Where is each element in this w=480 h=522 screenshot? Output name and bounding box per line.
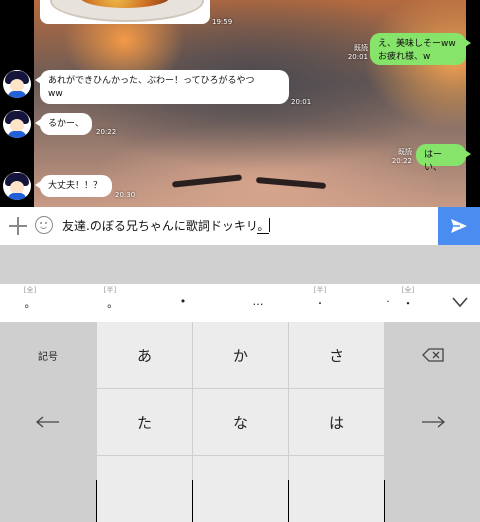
candidate-item[interactable]: • [163, 284, 203, 322]
key-kigou[interactable]: 記号 [0, 322, 96, 388]
text-caret [269, 218, 271, 232]
left-arrow-icon [36, 416, 59, 428]
candidate-tag: [半] [103, 286, 117, 294]
candidate-item[interactable]: [半] ･ [300, 284, 340, 322]
message-input-text: 友達.のぼる兄ちゃんに歌詞ドッキリ [62, 219, 258, 233]
candidate-symbol: … [252, 295, 264, 308]
photo-message[interactable] [40, 0, 210, 24]
right-arrow-key[interactable] [385, 389, 480, 455]
key-ta[interactable]: た [97, 389, 192, 455]
message-bubble[interactable]: え、美味しそーww お疲れ様、w [370, 33, 471, 65]
composing-text: 。 [257, 219, 270, 234]
message-input[interactable]: 友達.のぼる兄ちゃんに歌詞ドッキリ。 [62, 217, 432, 235]
emoji-mouth [40, 224, 47, 229]
message-time: 20:01 [291, 98, 312, 106]
message-read-status: 既読 20:22 [386, 148, 412, 166]
avatar-shirt [8, 131, 26, 138]
avatar[interactable] [3, 110, 31, 138]
key-na[interactable]: な [193, 389, 288, 455]
keyboard-header-area [0, 245, 480, 284]
keyboard-key[interactable] [193, 456, 288, 522]
left-arrow-key[interactable] [0, 389, 96, 455]
candidate-symbol: ・ [402, 297, 414, 310]
candidate-tag: [全] [23, 286, 37, 294]
keyboard-key[interactable] [97, 456, 192, 522]
keyboard-key[interactable] [0, 456, 96, 522]
message-input-bar: 友達.のぼる兄ちゃんに歌詞ドッキリ。 [0, 207, 480, 246]
candidate-item[interactable]: … [238, 284, 278, 322]
backspace-icon [421, 348, 444, 362]
send-button[interactable] [438, 207, 480, 245]
candidate-symbol: ｡ [107, 297, 113, 310]
avatar-shirt [8, 91, 26, 98]
right-arrow-icon [421, 416, 445, 428]
keyboard-key[interactable] [385, 456, 480, 522]
message-time: 19:59 [212, 18, 233, 26]
send-icon [451, 219, 467, 233]
candidate-item[interactable]: [半] ｡ [90, 284, 130, 322]
candidate-symbol: 。 [24, 297, 36, 310]
avatar[interactable] [3, 70, 31, 98]
candidate-bar: [全] 。 [半] ｡ • … [半] ･ · [全] ・ [0, 284, 480, 322]
message-time: 20:22 [391, 157, 412, 165]
backspace-key[interactable] [385, 322, 480, 388]
key-ha[interactable]: は [289, 389, 384, 455]
plus-icon[interactable] [8, 216, 28, 236]
message-bubble[interactable]: 大丈夫！！？ [35, 175, 112, 197]
keyboard: 記号 あ か さ た な は [0, 322, 480, 522]
key-ka[interactable]: か [193, 322, 288, 388]
candidate-item[interactable]: [全] 。 [10, 284, 50, 322]
candidate-symbol: ･ [317, 297, 323, 310]
wallpaper-detail [255, 176, 327, 190]
message-time: 20:22 [96, 128, 117, 136]
message-bubble[interactable]: あれができひんかった、ぶわー！ってひろがるやつ ww [35, 70, 289, 104]
keyboard-key[interactable] [289, 456, 384, 522]
candidate-item[interactable]: [全] ・ [388, 284, 428, 322]
candidate-tag: [半] [313, 286, 327, 294]
message-time: 20:01 [347, 53, 368, 61]
emoji-icon[interactable] [35, 216, 53, 234]
read-label: 既読 [354, 44, 368, 52]
candidate-tag: [全] [401, 286, 415, 294]
key-sa[interactable]: さ [289, 322, 384, 388]
wallpaper-detail [171, 174, 243, 188]
candidate-symbol: • [179, 295, 187, 308]
chat-area[interactable]: 19:59 既読 20:01 え、美味しそーww お疲れ様、w あれができひんか… [0, 0, 480, 207]
key-a[interactable]: あ [97, 322, 192, 388]
read-label: 既読 [398, 148, 412, 156]
message-read-status: 既読 20:01 [338, 44, 368, 62]
avatar-shirt [8, 193, 26, 200]
avatar[interactable] [3, 172, 31, 200]
message-time: 20:30 [115, 191, 136, 199]
chevron-down-icon[interactable] [452, 294, 468, 310]
message-bubble[interactable]: はーい、 [416, 144, 471, 173]
message-bubble[interactable]: るかー、 [35, 113, 92, 135]
